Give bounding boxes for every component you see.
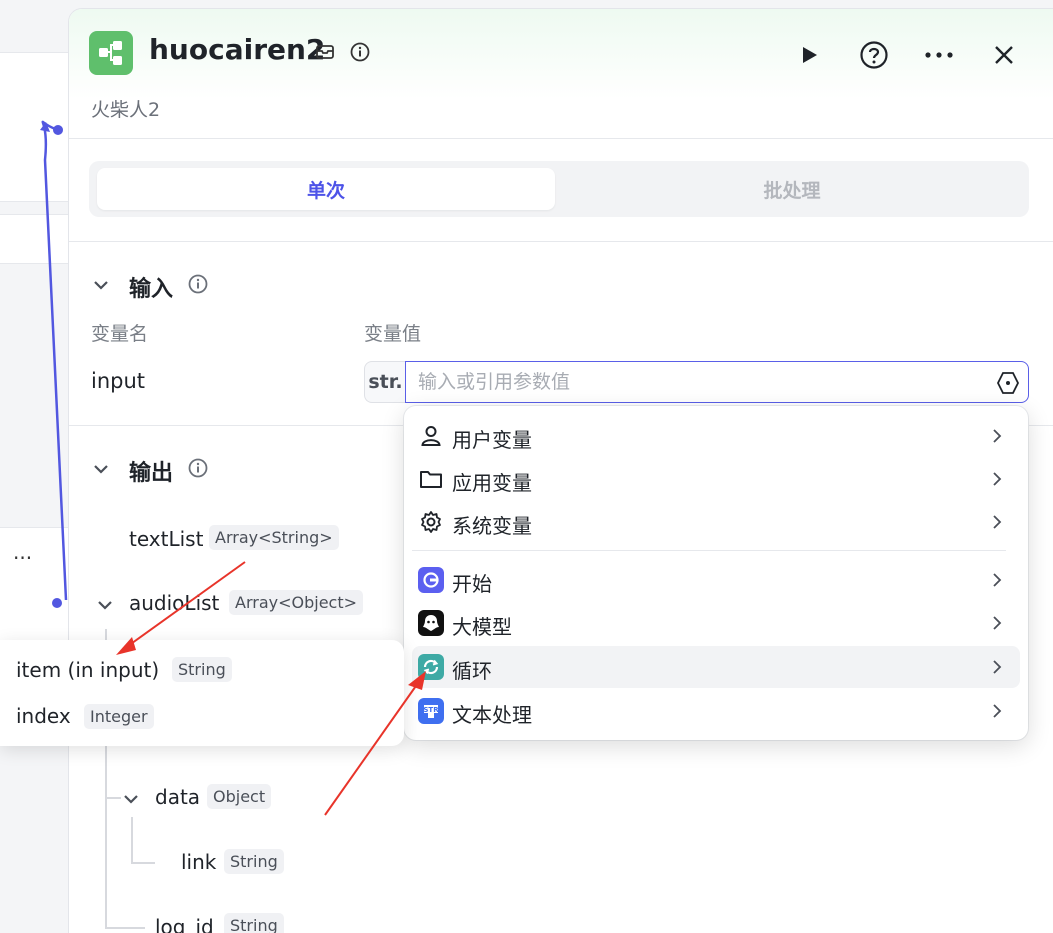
- divider: [69, 241, 1053, 242]
- column-variable-value: 变量值: [364, 323, 422, 345]
- loop-variable-name[interactable]: index: [16, 704, 71, 728]
- help-icon: [860, 41, 888, 69]
- dropdown-item-label: 开始: [452, 572, 492, 596]
- chevron-right-icon: [993, 704, 1002, 718]
- canvas-more-icon[interactable]: ···: [13, 546, 32, 570]
- dropdown-item-label: 系统变量: [452, 514, 532, 538]
- input-section-title: 输入: [129, 277, 174, 302]
- output-field-type: Array<String>: [209, 525, 339, 550]
- dropdown-item-label: 循环: [452, 659, 492, 683]
- output-field-type: String: [224, 913, 284, 933]
- user-icon: [421, 426, 441, 446]
- variable-source-dropdown: 用户变量 应用变量 系统变量 开始 大模型 循环 STR 文本处理: [404, 406, 1028, 740]
- llm-node-icon: [418, 610, 444, 636]
- panel-title: huocairen2: [149, 33, 326, 66]
- loop-variable-type: String: [172, 657, 232, 682]
- close-icon: [995, 46, 1013, 64]
- dropdown-item-text-process-node[interactable]: STR 文本处理: [412, 690, 1020, 732]
- panel-header: huocairen2 火柴人2: [69, 9, 1053, 139]
- loop-variable-name[interactable]: item (in input): [16, 658, 159, 682]
- title-info-icon[interactable]: [349, 41, 371, 63]
- output-info-icon[interactable]: [187, 457, 209, 479]
- chevron-right-icon: [993, 660, 1002, 674]
- play-icon: [803, 47, 817, 63]
- text-process-node-icon: STR: [418, 698, 444, 724]
- loop-variables-popup: item (in input) String index Integer: [0, 640, 404, 746]
- input-variable-name: input: [91, 369, 146, 393]
- dropdown-item-app-variables[interactable]: 应用变量: [412, 458, 1020, 500]
- dropdown-item-label: 大模型: [452, 615, 512, 639]
- archive-icon[interactable]: [314, 41, 336, 63]
- dropdown-item-label: 文本处理: [452, 703, 532, 727]
- chevron-right-icon: [993, 573, 1002, 587]
- data-expand-chevron-icon[interactable]: [121, 789, 141, 809]
- output-field-type: Array<Object>: [229, 590, 364, 615]
- output-field-type: String: [224, 849, 284, 874]
- tree-guide-line: [105, 797, 121, 799]
- output-field-name: link: [181, 850, 217, 874]
- loop-variable-type: Integer: [84, 704, 154, 729]
- output-field-name: data: [155, 785, 201, 809]
- input-info-icon[interactable]: [187, 273, 209, 295]
- start-node-icon: [418, 567, 444, 593]
- run-mode-tabs: 单次 批处理: [89, 161, 1029, 217]
- close-button[interactable]: [986, 37, 1022, 73]
- dropdown-item-start-node[interactable]: 开始: [412, 559, 1020, 601]
- loop-node-icon: [418, 654, 444, 680]
- output-section-title: 输出: [129, 461, 174, 486]
- output-field-name: log_id: [155, 915, 214, 933]
- dropdown-divider: [412, 550, 1006, 551]
- output-field-name: textList: [129, 527, 204, 551]
- chevron-right-icon: [993, 472, 1002, 486]
- tree-guide-line: [131, 862, 155, 864]
- output-collapse-chevron-icon[interactable]: [91, 459, 111, 479]
- input-collapse-chevron-icon[interactable]: [91, 275, 111, 295]
- workflow-app-icon: [89, 31, 133, 75]
- dropdown-item-label: 应用变量: [452, 471, 532, 495]
- chevron-right-icon: [993, 515, 1002, 529]
- output-field-type: Object: [207, 784, 272, 809]
- dropdown-item-user-variables[interactable]: 用户变量: [412, 415, 1020, 457]
- tree-guide-line: [105, 927, 145, 929]
- dropdown-item-llm-node[interactable]: 大模型: [412, 602, 1020, 644]
- audiolist-expand-chevron-icon[interactable]: [95, 595, 115, 615]
- tree-guide-line: [131, 817, 133, 863]
- dropdown-item-loop-node[interactable]: 循环: [412, 646, 1020, 688]
- output-field-name: audioList: [129, 591, 220, 615]
- variable-reference-icon[interactable]: [995, 370, 1021, 396]
- tab-single[interactable]: 单次: [97, 168, 555, 210]
- folder-icon: [420, 471, 442, 488]
- tab-batch[interactable]: 批处理: [563, 168, 1021, 210]
- run-button[interactable]: [791, 37, 827, 73]
- gear-icon: [421, 511, 441, 533]
- panel-subtitle: 火柴人2: [91, 99, 161, 121]
- chevron-right-icon: [993, 616, 1002, 630]
- more-icon: [925, 52, 953, 58]
- variable-value-input[interactable]: [405, 361, 1029, 403]
- help-button[interactable]: [856, 37, 892, 73]
- dropdown-item-system-variables[interactable]: 系统变量: [412, 501, 1020, 543]
- more-button[interactable]: [921, 37, 957, 73]
- type-selector[interactable]: str.: [364, 361, 406, 403]
- chevron-right-icon: [993, 429, 1002, 443]
- dropdown-item-label: 用户变量: [452, 428, 532, 452]
- column-variable-name: 变量名: [91, 323, 149, 345]
- svg-text:STR: STR: [423, 706, 439, 714]
